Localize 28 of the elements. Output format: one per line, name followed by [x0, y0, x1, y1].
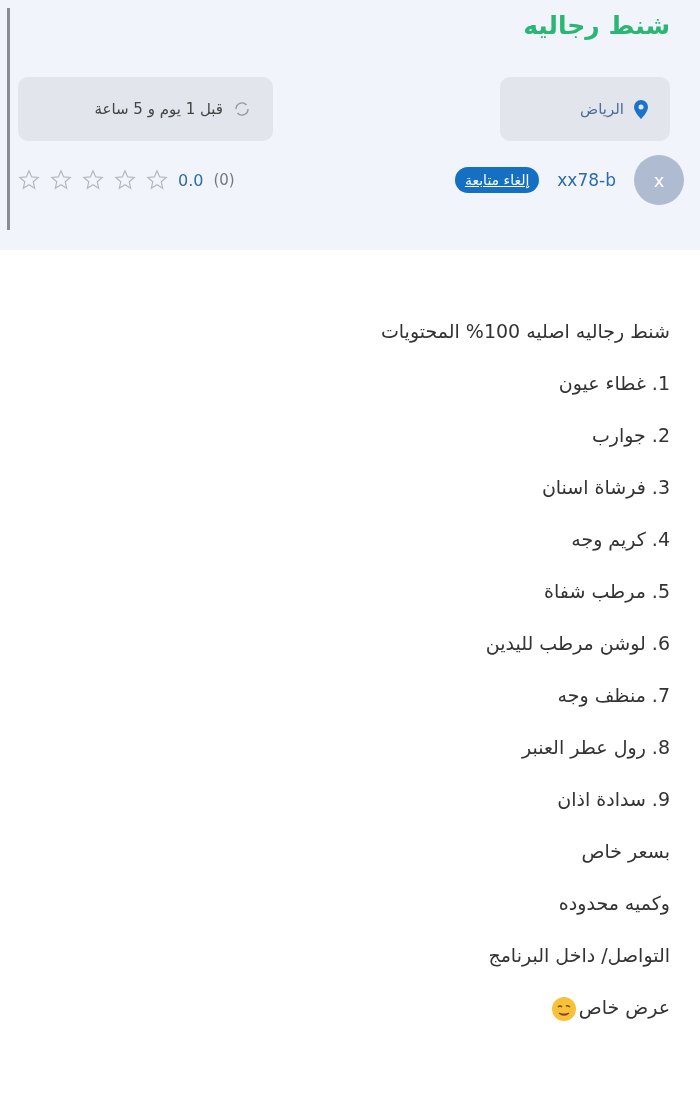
- description-line: التواصل/ داخل البرنامج: [488, 944, 670, 966]
- description-line: 5. مرطب شفاة: [544, 580, 670, 602]
- description-line: عرض خاص: [578, 996, 670, 1018]
- star-icon: [82, 169, 104, 191]
- listing-title: شنط رجاليه: [522, 10, 670, 42]
- description-line: 1. غطاء عيون: [558, 372, 670, 394]
- star-icon: [146, 169, 168, 191]
- posted-time-chip: قبل 1 يوم و 5 ساعة: [18, 77, 273, 141]
- description-line: شنط رجاليه اصليه 100% المحتويات: [380, 320, 670, 342]
- username-link[interactable]: xx78-b: [557, 170, 616, 190]
- location-chip: الرياض: [500, 77, 670, 141]
- rating-count: (0): [213, 171, 235, 189]
- star-icon: [114, 169, 136, 191]
- description-line: 6. لوشن مرطب لليدين: [485, 632, 670, 654]
- unfollow-button[interactable]: إلغاء متابعة: [454, 167, 540, 193]
- description-line: 3. فرشاة اسنان: [541, 476, 670, 498]
- description-line: 8. رول عطر العنبر: [522, 736, 670, 758]
- rating-score: 0.0: [178, 170, 204, 190]
- description-line: 7. منظف وجه: [557, 684, 670, 706]
- description-line: 2. جوارب: [591, 424, 670, 446]
- description-line: 9. سدادة اذان: [557, 788, 670, 810]
- description-line: 4. كريم وجه: [571, 528, 670, 550]
- description-line: بسعر خاص: [581, 840, 670, 862]
- description-line: وكميه محدوده: [558, 892, 670, 914]
- star-icon: [50, 169, 72, 191]
- star-icon: [18, 169, 40, 191]
- refresh-icon: [233, 100, 251, 118]
- location-pin-icon: [634, 99, 648, 119]
